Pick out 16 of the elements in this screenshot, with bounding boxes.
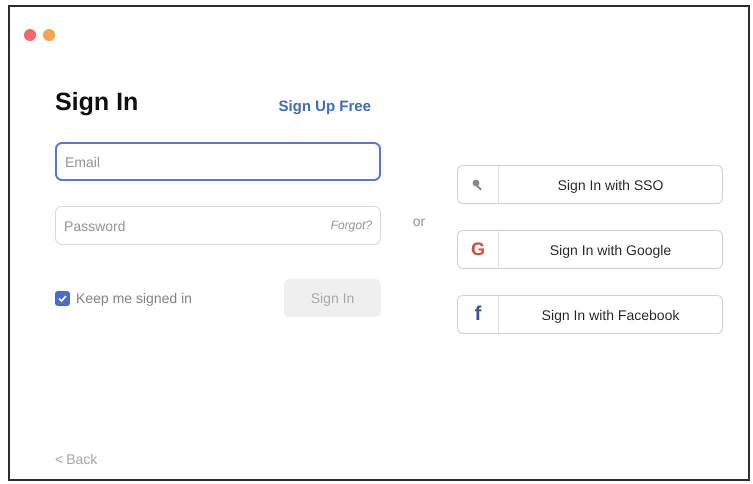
google-icon: G xyxy=(470,239,485,260)
facebook-icon: f xyxy=(474,303,482,326)
facebook-sign-in-button[interactable]: f Sign In with Facebook xyxy=(457,295,723,334)
email-field[interactable]: Email xyxy=(55,142,381,181)
key-icon xyxy=(472,178,484,190)
title: Sign In xyxy=(55,88,138,117)
sso-sign-in-button[interactable]: Sign In with SSO xyxy=(457,165,723,204)
minimize-button[interactable] xyxy=(43,29,55,41)
close-button[interactable] xyxy=(24,29,36,41)
google-sign-in-button[interactable]: G Sign In with Google xyxy=(457,230,723,269)
checkbox-label: Keep me signed in xyxy=(76,290,192,306)
checkbox[interactable] xyxy=(55,290,70,306)
forgot-link[interactable]: Forgot? xyxy=(330,218,372,232)
sign-up-link[interactable]: Sign Up Free xyxy=(278,98,371,115)
or-separator: or xyxy=(412,213,426,229)
check-icon xyxy=(57,292,68,304)
